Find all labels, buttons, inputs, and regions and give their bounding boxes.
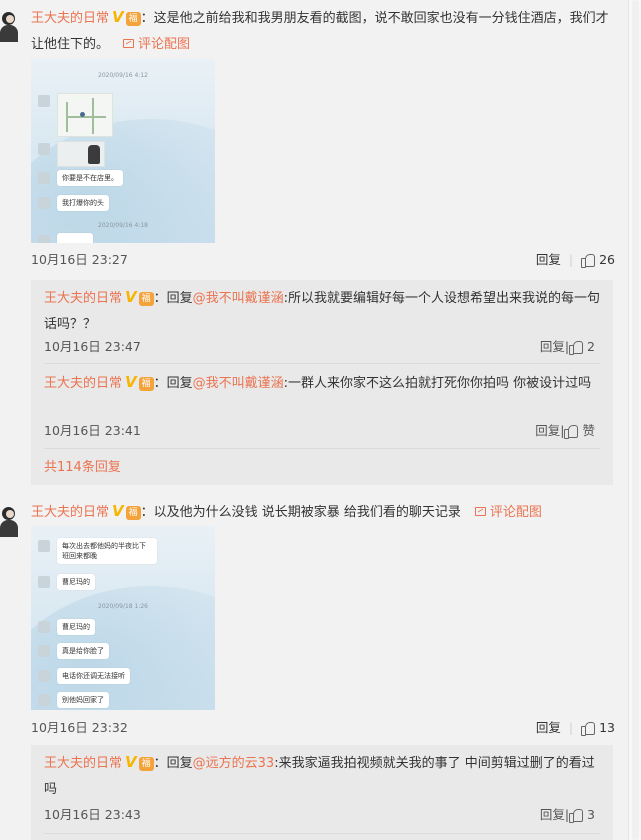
chat-bubble: 电话你还调无法接听 xyxy=(57,668,130,684)
image-icon xyxy=(474,507,486,516)
thumbs-up-icon xyxy=(581,253,596,268)
avatar[interactable] xyxy=(0,503,18,537)
mention-link[interactable]: @我不叫戴谨涵 xyxy=(193,376,284,391)
like-button[interactable]: 3 xyxy=(569,807,595,823)
username-link[interactable]: 王大夫的日常 xyxy=(31,11,109,26)
username-link[interactable]: 王大夫的日常 xyxy=(44,291,122,306)
like-button[interactable]: 13 xyxy=(581,720,615,736)
member-badge-icon: 福 xyxy=(125,12,141,26)
reply-meta: 10月16日 23:43 回复| 3 xyxy=(44,805,595,825)
member-badge-icon: 福 xyxy=(138,757,154,771)
member-badge-icon: 福 xyxy=(138,377,154,391)
image-timestamp: 2020/09/16 4:18 xyxy=(98,222,148,229)
comment-meta: 10月16日 23:27 回复 | 26 xyxy=(31,250,615,270)
chat-bubble: 曹尼玛的 xyxy=(57,574,95,590)
avatar[interactable] xyxy=(0,8,18,42)
reply-button[interactable]: 回复 xyxy=(540,339,565,354)
reply-button[interactable]: 回复 xyxy=(540,807,565,822)
reply-meta: 10月16日 23:41 回复| 赞 xyxy=(44,421,595,441)
reply-time: 10月16日 23:43 xyxy=(44,807,141,822)
reply-time: 10月16日 23:47 xyxy=(44,339,141,354)
reply-button[interactable]: 回复 xyxy=(535,423,560,438)
comment-image-link[interactable]: 评论配图 xyxy=(123,37,190,52)
comment-image[interactable]: 每次出去都他妈的半夜比下班回来都晚 曹尼玛的 2020/09/18 1:26 曹… xyxy=(31,526,215,710)
reply-button[interactable]: 回复 xyxy=(536,252,561,267)
mention-link[interactable]: @远方的云33 xyxy=(193,756,275,771)
username-link[interactable]: 王大夫的日常 xyxy=(44,756,122,771)
username-link[interactable]: 王大夫的日常 xyxy=(44,376,122,391)
like-button[interactable]: 26 xyxy=(581,252,615,268)
verified-v-icon: V xyxy=(125,753,137,771)
comment-time: 10月16日 23:32 xyxy=(31,720,128,735)
member-badge-icon: 福 xyxy=(125,506,141,520)
comment-time: 10月16日 23:27 xyxy=(31,252,128,267)
image-timestamp: 2020/09/18 1:26 xyxy=(98,603,148,610)
member-badge-icon: 福 xyxy=(138,292,154,306)
comments-panel: 王大夫的日常 V 福：这是他之前给我和我男朋友看的截图，说不敢回家也没有一分钱住酒店… xyxy=(0,0,628,840)
image-timestamp: 2020/09/16 4:12 xyxy=(98,72,148,79)
thumbs-up-icon xyxy=(569,340,584,355)
mention-link[interactable]: @我不叫戴谨涵 xyxy=(193,291,284,306)
image-icon xyxy=(123,39,135,48)
username-link[interactable]: 王大夫的日常 xyxy=(31,505,109,520)
chat-bubble: 曹尼玛的 xyxy=(57,619,95,635)
verified-v-icon: V xyxy=(112,502,124,520)
reply-box: 王大夫的日常 V 福：回复@远方的云33:来我家逼我拍视频就关我的事了 中间剪辑过删… xyxy=(31,745,613,840)
reply-text: 王大夫的日常 V 福：回复@我不叫戴谨涵:所以我就要编辑好每一个人设想希望出来我说的… xyxy=(44,284,603,338)
reply-time: 10月16日 23:41 xyxy=(44,423,141,438)
reply-box: 王大夫的日常 V 福：回复@我不叫戴谨涵:所以我就要编辑好每一个人设想希望出来我说的… xyxy=(31,280,613,485)
scrollbar[interactable] xyxy=(628,0,641,840)
comment: 王大夫的日常 V 福：以及他为什么没钱 说长期被家暴 给我们看的聊天记录 评论配图 每… xyxy=(0,495,628,840)
verified-v-icon: V xyxy=(112,8,124,26)
comment-text: 王大夫的日常 V 福：这是他之前给我和我男朋友看的截图，说不敢回家也没有一分钱住酒店… xyxy=(31,4,616,58)
page: 王大夫的日常 V 福：这是他之前给我和我男朋友看的截图，说不敢回家也没有一分钱住酒店… xyxy=(0,0,641,840)
comment-image-link[interactable]: 评论配图 xyxy=(474,505,542,520)
photo-card xyxy=(57,141,105,167)
comment-meta: 10月16日 23:32 回复 | 13 xyxy=(31,718,615,738)
comment-text: 王大夫的日常 V 福：以及他为什么没钱 说长期被家暴 给我们看的聊天记录 评论配图 xyxy=(31,498,616,526)
comment-body: ：以及他为什么没钱 说长期被家暴 给我们看的聊天记录 xyxy=(140,505,461,520)
comment-image[interactable]: 2020/09/16 4:12 你要是不在店里。 我打爆你的头 2020/09/… xyxy=(31,59,215,243)
chat-bubble: 真是给你脸了 xyxy=(57,643,109,659)
chat-bubble: 你要是不在店里。 xyxy=(57,170,123,186)
more-replies-link[interactable]: 共114条回复 xyxy=(44,458,121,478)
like-button[interactable]: 2 xyxy=(569,339,595,355)
verified-v-icon: V xyxy=(125,288,137,306)
chat-bubble: 每次出去都他妈的半夜比下班回来都晚 xyxy=(57,538,157,564)
reply-meta: 10月16日 23:47 回复| 2 xyxy=(44,337,595,357)
chat-bubble: 我打爆你的头 xyxy=(57,195,109,211)
map-card xyxy=(57,93,113,137)
reply-text: 王大夫的日常 V 福：回复@远方的云33:来我家逼我拍视频就关我的事了 中间剪辑过删… xyxy=(44,749,603,803)
verified-v-icon: V xyxy=(125,373,137,391)
scrollbar-thumb[interactable] xyxy=(632,0,639,840)
thumbs-up-icon xyxy=(569,808,584,823)
thumbs-up-icon xyxy=(564,424,579,439)
reply-button[interactable]: 回复 xyxy=(536,720,561,735)
reply-text: 王大夫的日常 V 福：回复@我不叫戴谨涵:一群人来你家不这么拍就打死你你拍吗 你被设… xyxy=(44,369,603,397)
comment: 王大夫的日常 V 福：这是他之前给我和我男朋友看的截图，说不敢回家也没有一分钱住酒店… xyxy=(0,0,628,490)
chat-bubble: 别他妈回家了 xyxy=(57,692,109,708)
thumbs-up-icon xyxy=(581,721,596,736)
like-button[interactable]: 赞 xyxy=(564,423,595,439)
